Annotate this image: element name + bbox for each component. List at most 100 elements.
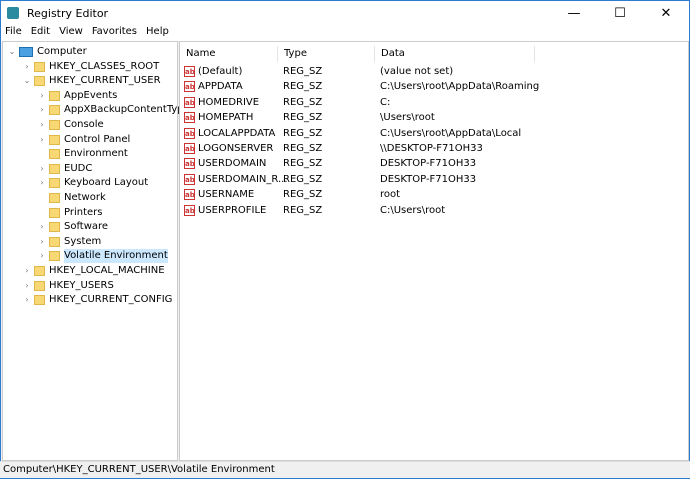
chevron-down-icon[interactable]: ⌄ (7, 45, 17, 59)
value-row[interactable]: ab USERDOMAIN_R... REG_SZ DESKTOP-F71OH33 (184, 172, 476, 187)
status-bar-path: Computer\HKEY_CURRENT_USER\Volatile Envi… (0, 461, 690, 478)
tree-item-label: HKEY_CLASSES_ROOT (49, 60, 160, 72)
tree-item[interactable]: Environment (37, 147, 128, 161)
chevron-right-icon[interactable]: › (22, 264, 32, 278)
key-tree-pane[interactable]: ⌄ Computer › HKEY_CLASSES_ROOT ⌄ HKEY_CURRENT… (2, 41, 184, 461)
tree-item[interactable]: › AppXBackupContentTyp (37, 103, 184, 117)
value-type: REG_SZ (283, 143, 323, 154)
tree-item-label: HKEY_LOCAL_MACHINE (49, 265, 165, 276)
folder-icon (49, 178, 60, 189)
tree-item[interactable]: › HKEY_USERS (22, 279, 114, 293)
value-name: HOMEPATH (198, 112, 254, 124)
menu-file[interactable]: File (5, 26, 22, 41)
string-value-icon: ab (184, 189, 195, 201)
minimize-button[interactable]: — (551, 1, 597, 26)
tree-item-label: Software (64, 221, 109, 233)
string-value-icon: ab (184, 158, 195, 170)
value-type: REG_SZ (283, 158, 323, 170)
value-type: REG_SZ (283, 112, 323, 124)
tree-item[interactable]: › Control Panel (37, 133, 130, 147)
chevron-right-icon[interactable]: › (37, 133, 47, 147)
string-value-icon: ab (184, 96, 195, 108)
menu-favorites[interactable]: Favorites (92, 26, 137, 41)
menu-help[interactable]: Help (146, 26, 169, 41)
chevron-right-icon[interactable]: › (22, 293, 32, 307)
tree-item-label: Control Panel (64, 133, 131, 145)
column-header-name[interactable]: Name (180, 46, 278, 62)
value-row[interactable]: ab HOMEDRIVE REG_SZ C: (184, 95, 390, 110)
tree-item[interactable]: › EUDC (37, 162, 92, 176)
value-type: REG_SZ (283, 81, 323, 93)
chevron-right-icon[interactable]: › (37, 176, 47, 190)
tree-item-label: Console (64, 119, 104, 130)
tree-item-label: Network (64, 192, 106, 203)
tree-item[interactable]: › Keyboard Layout (37, 176, 148, 190)
value-data: DESKTOP-F71OH33 (380, 158, 477, 170)
registry-app-icon (7, 7, 19, 19)
value-row[interactable]: ab USERDOMAIN REG_SZ DESKTOP-F71OH33 (184, 156, 476, 171)
value-row[interactable]: ab APPDATA REG_SZ C:\Users\root\AppData\Roa… (184, 79, 539, 94)
tree-item[interactable]: › Console (37, 118, 104, 132)
value-row[interactable]: ab USERNAME REG_SZ root (184, 187, 400, 202)
tree-item-label: HKEY_CURRENT_USER (49, 75, 161, 87)
value-name: USERPROFILE (198, 204, 267, 216)
chevron-right-icon[interactable]: › (22, 60, 32, 74)
tree-item-label: Keyboard Layout (64, 177, 149, 189)
tree-item-label: System (64, 235, 102, 247)
tree-item[interactable]: Network (37, 191, 106, 205)
tree-item[interactable]: › HKEY_CLASSES_ROOT (22, 60, 159, 74)
value-type: REG_SZ (283, 189, 323, 201)
tree-item[interactable]: › HKEY_LOCAL_MACHINE (22, 264, 165, 278)
value-type: REG_SZ (283, 204, 323, 216)
chevron-right-icon[interactable]: › (37, 89, 47, 103)
tree-item[interactable]: › Software (37, 220, 108, 234)
chevron-right-icon[interactable]: › (37, 118, 47, 132)
string-value-icon: ab (184, 66, 195, 77)
value-data: \Users\root (380, 112, 435, 124)
folder-icon (34, 76, 45, 87)
tree-item[interactable]: Printers (37, 206, 102, 220)
folder-icon (49, 236, 60, 247)
value-row[interactable]: ab LOGONSERVER REG_SZ \\DESKTOP-F71OH33 (184, 141, 483, 156)
value-name: (Default) (198, 66, 243, 77)
chevron-right-icon[interactable]: › (37, 220, 47, 234)
tree-item[interactable]: ⌄ HKEY_CURRENT_USER (22, 74, 161, 88)
tree-item-label: AppEvents (64, 89, 118, 101)
string-value-icon: ab (184, 112, 195, 124)
chevron-down-icon[interactable]: ⌄ (22, 74, 32, 88)
maximize-button[interactable]: ☐ (597, 1, 643, 26)
folder-icon (49, 105, 60, 116)
close-button[interactable]: ✕ (643, 1, 689, 26)
folder-icon (34, 61, 45, 72)
string-value-icon: ab (184, 204, 195, 216)
chevron-right-icon[interactable]: › (37, 103, 47, 117)
folder-icon (49, 90, 60, 101)
value-row[interactable]: ab (Default) REG_SZ (value not set) (184, 64, 453, 79)
value-name: LOGONSERVER (198, 143, 274, 154)
string-value-icon: ab (184, 81, 195, 93)
chevron-right-icon[interactable]: › (37, 162, 47, 176)
value-name: USERDOMAIN_R... (198, 173, 288, 185)
chevron-right-icon[interactable]: › (37, 235, 47, 249)
value-data: DESKTOP-F71OH33 (380, 173, 477, 185)
value-name: USERNAME (198, 189, 255, 201)
value-data: root (380, 189, 401, 201)
tree-item[interactable]: ⌄ Computer (7, 45, 87, 59)
tree-item[interactable]: › Volatile Environment (37, 249, 168, 264)
tree-item[interactable]: › AppEvents (37, 89, 117, 103)
value-row[interactable]: ab USERPROFILE REG_SZ C:\Users\root (184, 203, 445, 218)
chevron-right-icon[interactable]: › (37, 249, 47, 263)
menu-view[interactable]: View (59, 26, 83, 41)
chevron-right-icon[interactable]: › (22, 279, 32, 293)
menu-edit[interactable]: Edit (31, 26, 50, 41)
value-row[interactable]: ab LOCALAPPDATA REG_SZ C:\Users\root\AppDat… (184, 126, 521, 141)
value-type: REG_SZ (283, 173, 323, 185)
column-header-data[interactable]: Data (375, 46, 535, 62)
tree-item-label: Printers (64, 206, 103, 218)
column-header-type[interactable]: Type (278, 46, 375, 62)
tree-item[interactable]: › System (37, 235, 101, 249)
values-list-pane[interactable]: Name Type Data ab (Default) REG_SZ (value n… (179, 41, 689, 461)
tree-item-label: AppXBackupContentTyp (64, 104, 184, 116)
value-row[interactable]: ab HOMEPATH REG_SZ \Users\root (184, 110, 435, 125)
tree-item[interactable]: › HKEY_CURRENT_CONFIG (22, 293, 172, 307)
